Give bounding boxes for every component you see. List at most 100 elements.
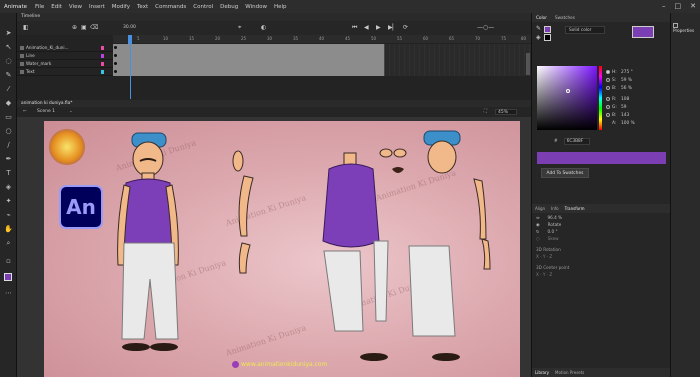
paint-bucket-icon[interactable]: ◈: [3, 183, 14, 192]
menu-help[interactable]: Help: [274, 4, 287, 10]
empty-frames[interactable]: [385, 52, 531, 60]
hand-tool-icon[interactable]: ✋: [3, 225, 14, 234]
stage-canvas[interactable]: Animation Ki Duniya Animation Ki Duniya …: [44, 121, 520, 377]
layer-name[interactable]: Line: [26, 53, 86, 58]
back-arrow-icon[interactable]: ←: [23, 107, 27, 117]
center-frame-icon[interactable]: ⌖: [238, 24, 241, 32]
eraser-tool-icon[interactable]: ◆: [3, 99, 14, 108]
minimize-icon[interactable]: –: [662, 2, 666, 10]
empty-frames[interactable]: [385, 44, 531, 52]
onion-skin-icon[interactable]: ◐: [261, 24, 266, 31]
tab-color[interactable]: Color: [532, 13, 551, 22]
new-folder-icon[interactable]: ▣: [81, 24, 87, 31]
loop-icon[interactable]: ⟳: [403, 24, 408, 31]
rotate-value[interactable]: 0.0 °: [548, 228, 558, 235]
hue-radio[interactable]: [606, 70, 610, 74]
playhead[interactable]: [128, 35, 132, 99]
picker-cursor[interactable]: [566, 89, 570, 93]
menu-insert[interactable]: Insert: [89, 4, 105, 10]
fps-readout[interactable]: 30.00: [123, 25, 136, 30]
layers-icon[interactable]: ◧: [23, 24, 29, 31]
layer-name[interactable]: Water_mark: [26, 61, 86, 66]
subselection-tool-icon[interactable]: ↖: [3, 43, 14, 52]
blue-radio[interactable]: [606, 113, 610, 117]
oval-tool-icon[interactable]: ○: [3, 127, 14, 136]
scene-name[interactable]: Scene 1: [37, 107, 55, 117]
rotate-radio[interactable]: ◉: [536, 221, 540, 228]
properties-panel[interactable]: Properties: [670, 13, 700, 377]
layer-row[interactable]: Animation_Ki_duni...: [17, 44, 531, 52]
zoom-tool-icon[interactable]: ⌕: [3, 239, 14, 248]
hue-value[interactable]: 275 °: [621, 70, 633, 75]
color-picker-field[interactable]: [537, 66, 597, 130]
pencil-tool-icon[interactable]: ✎: [3, 71, 14, 80]
alpha-value[interactable]: 100 %: [621, 121, 635, 126]
scale-value[interactable]: 96.4 %: [548, 214, 563, 221]
timeline-scrollbar[interactable]: [526, 53, 530, 75]
layer-color[interactable]: [101, 62, 104, 66]
menu-edit[interactable]: Edit: [51, 4, 62, 10]
blue-value[interactable]: 143: [621, 113, 629, 118]
tab-align[interactable]: Align: [532, 204, 548, 213]
first-frame-icon[interactable]: ⏮: [352, 24, 357, 32]
green-value[interactable]: 59: [621, 105, 626, 110]
layer-row[interactable]: Line: [17, 52, 531, 60]
tab-info[interactable]: Info: [548, 204, 562, 213]
layer-frames[interactable]: [113, 44, 385, 52]
document-title[interactable]: animation ki duniya.fla*: [21, 101, 72, 106]
menu-debug[interactable]: Debug: [220, 4, 238, 10]
tab-library[interactable]: Library: [532, 368, 552, 377]
document-tab[interactable]: animation ki duniya.fla*: [17, 100, 531, 107]
layer-name[interactable]: Animation_Ki_duni...: [26, 45, 86, 50]
maximize-icon[interactable]: □: [675, 2, 682, 10]
menu-file[interactable]: File: [35, 4, 44, 10]
red-value[interactable]: 108: [621, 97, 629, 102]
scene-dropdown-icon[interactable]: ⌄: [69, 107, 73, 117]
menu-commands[interactable]: Commands: [155, 4, 186, 10]
rotation-3d-values[interactable]: X · Y · Z: [536, 253, 552, 260]
empty-frames[interactable]: [385, 68, 531, 76]
play-icon[interactable]: ▶: [376, 24, 381, 31]
layer-name[interactable]: Text: [26, 69, 86, 74]
stroke-pencil-icon[interactable]: ✎: [536, 25, 541, 32]
menu-view[interactable]: View: [69, 4, 82, 10]
keyframe[interactable]: [114, 70, 117, 73]
new-layer-icon[interactable]: ⊕: [72, 24, 77, 31]
menu-control[interactable]: Control: [193, 4, 213, 10]
fill-color-swatch[interactable]: [4, 273, 12, 281]
center-3d-values[interactable]: X · Y · Z: [536, 271, 552, 278]
menu-text[interactable]: Text: [137, 4, 148, 10]
stroke-swatch[interactable]: [544, 34, 551, 41]
green-radio[interactable]: [606, 105, 610, 109]
brightness-radio[interactable]: [606, 86, 610, 90]
keyframe[interactable]: [114, 46, 117, 49]
red-radio[interactable]: [606, 97, 610, 101]
saturation-value[interactable]: 59 %: [621, 78, 632, 83]
text-tool-icon[interactable]: T: [3, 169, 14, 178]
eyedropper-icon[interactable]: ⌁: [3, 211, 14, 220]
keyframe[interactable]: [114, 54, 117, 57]
prev-frame-icon[interactable]: ◀: [364, 24, 369, 31]
delete-layer-icon[interactable]: ⌫: [90, 24, 98, 31]
fill-type-select[interactable]: Solid color: [565, 26, 605, 34]
bone-tool-icon[interactable]: ✦: [3, 197, 14, 206]
menu-window[interactable]: Window: [245, 4, 267, 10]
stroke-color-icon[interactable]: ▫: [3, 257, 14, 266]
properties-title[interactable]: Properties: [673, 28, 694, 33]
skew-radio[interactable]: ○: [536, 235, 540, 242]
app-menu[interactable]: Animate: [4, 4, 27, 10]
close-icon[interactable]: ✕: [690, 2, 696, 10]
menu-modify[interactable]: Modify: [112, 4, 130, 10]
selection-tool-icon[interactable]: ➤: [3, 29, 14, 38]
pen-tool-icon[interactable]: ✒: [3, 155, 14, 164]
tab-swatches[interactable]: Swatches: [551, 13, 579, 22]
layer-color[interactable]: [101, 46, 104, 50]
empty-frames[interactable]: [385, 60, 531, 68]
layer-row[interactable]: Water_mark: [17, 60, 531, 68]
saturation-radio[interactable]: [606, 78, 610, 82]
lasso-tool-icon[interactable]: ◌: [3, 57, 14, 66]
layer-frames[interactable]: [113, 68, 385, 76]
more-tools-icon[interactable]: ⋯: [3, 289, 14, 298]
brush-tool-icon[interactable]: ⁄: [3, 85, 14, 94]
fit-stage-icon[interactable]: ⛶: [484, 107, 487, 117]
